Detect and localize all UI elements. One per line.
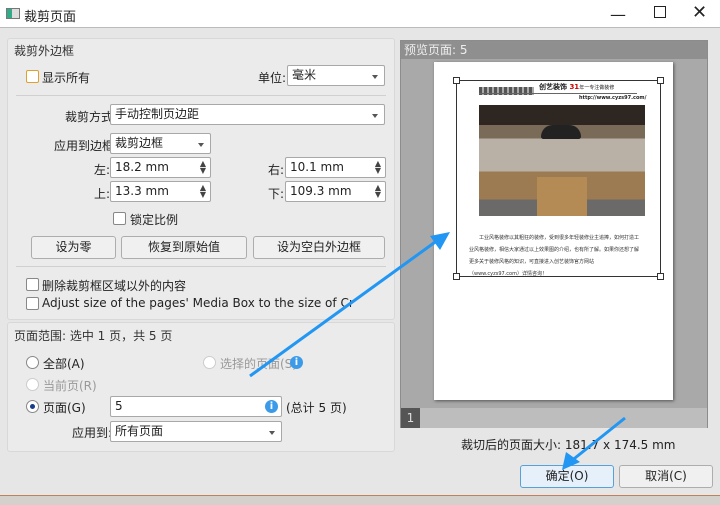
annotation-arrows <box>249 232 626 470</box>
arrow-to-preview <box>249 232 450 378</box>
arrow-to-ok <box>562 416 626 470</box>
